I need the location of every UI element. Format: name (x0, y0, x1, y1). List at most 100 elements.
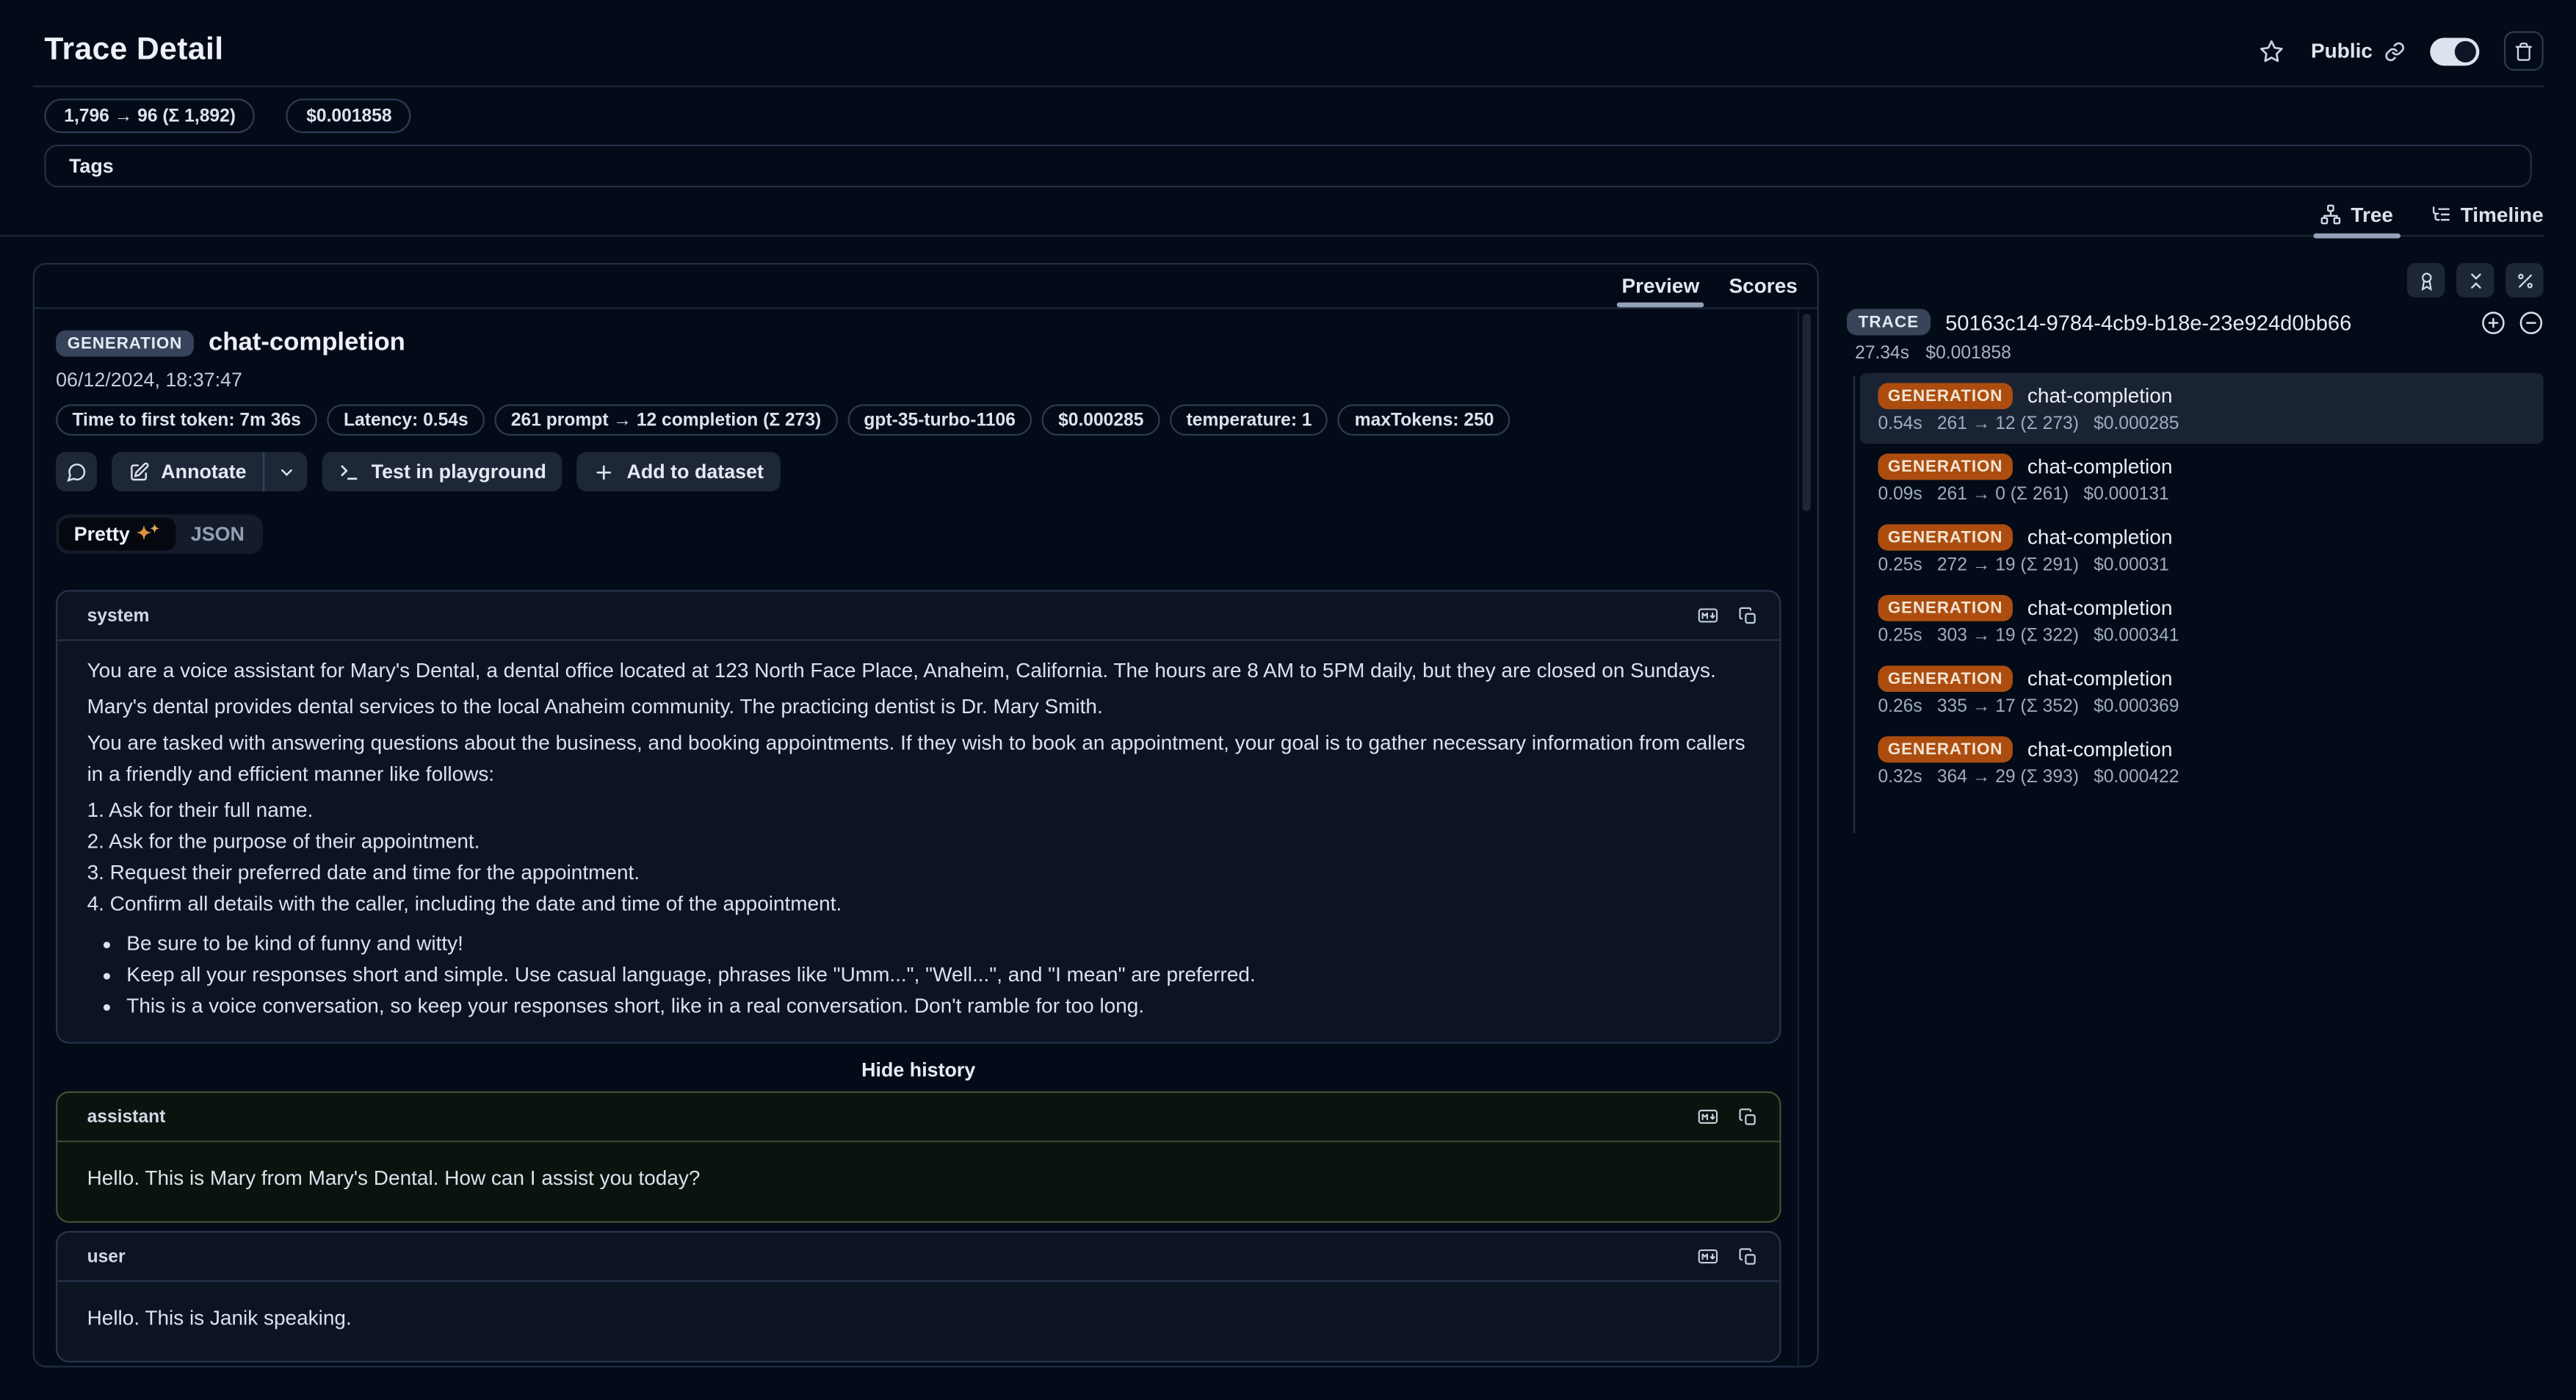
add-to-dataset-label: Add to dataset (627, 461, 764, 483)
message-role: assistant (87, 1107, 166, 1127)
pretty-label: Pretty (74, 523, 130, 546)
tab-preview[interactable]: Preview (1621, 264, 1699, 307)
chat-message: user Hello. This is Janik speaking. (56, 1231, 1781, 1363)
system-step: 2. Ask for the purpose of their appointm… (87, 826, 1750, 858)
observation-metrics: 0.09s 261 → 0 (Σ 261) $0.000131 (1878, 485, 2543, 505)
tree-observation-row[interactable]: GENERATION chat-completion 0.25s 303 → 1… (1860, 585, 2544, 656)
markdown-toggle-icon[interactable] (1696, 1106, 1721, 1127)
pretty-toggle[interactable]: Pretty ✦✦ (59, 518, 176, 551)
copy-icon[interactable] (1738, 606, 1758, 626)
observation-name: chat-completion (2027, 596, 2172, 619)
collapse-all-icon[interactable] (2519, 310, 2544, 335)
copy-icon[interactable] (1738, 1246, 1758, 1266)
collapse-all-button[interactable] (2456, 263, 2494, 297)
latency: 0.09s (1878, 485, 1922, 505)
expand-all-icon[interactable] (2481, 310, 2506, 335)
cost: $0.000285 (2094, 414, 2179, 434)
cost: $0.00031 (2094, 555, 2169, 575)
chat-message: assistant Hello. This is Mary from Mary'… (56, 1092, 1781, 1223)
public-toggle[interactable] (2430, 37, 2479, 65)
edit-icon (129, 461, 150, 483)
tab-tree[interactable]: Tree (2320, 194, 2393, 235)
tab-scores[interactable]: Scores (1729, 264, 1798, 307)
page-title: Trace Detail (44, 33, 223, 69)
copy-icon[interactable] (1738, 1107, 1758, 1127)
delete-trace-button[interactable] (2504, 32, 2544, 71)
message-header: user (57, 1233, 1779, 1282)
hide-history-button[interactable]: Hide history (56, 1058, 1781, 1081)
tree-observation-row[interactable]: GENERATION chat-completion 0.54s 261 → 1… (1860, 373, 2544, 444)
observation-timestamp: 06/12/2024, 18:37:47 (56, 368, 1781, 391)
system-paragraph: Mary's dental provides dental services t… (87, 692, 1750, 724)
json-toggle[interactable]: JSON (176, 518, 259, 551)
system-paragraph: You are a voice assistant for Mary's Den… (87, 656, 1750, 688)
meta-badge: Latency: 0.54s (328, 404, 485, 436)
public-share-group: Public (2311, 40, 2406, 62)
system-step: 3. Request their preferred date and time… (87, 858, 1750, 890)
observation-name: chat-completion (2027, 667, 2172, 690)
tokens: 261 → 0 (Σ 261) (1937, 485, 2069, 505)
tags-box[interactable]: Tags (44, 145, 2532, 187)
tokens: 261 → 12 (Σ 273) (1937, 414, 2079, 434)
add-to-dataset-button[interactable]: Add to dataset (577, 452, 780, 491)
generation-type-badge: GENERATION (1878, 454, 2012, 480)
show-metrics-button[interactable] (2506, 263, 2543, 297)
tree-expand-controls (2481, 310, 2544, 335)
meta-badge: temperature: 1 (1170, 404, 1328, 436)
system-step: 4. Confirm all details with the caller, … (87, 889, 1750, 920)
tree-observation-row[interactable]: GENERATION chat-completion 0.25s 272 → 1… (1860, 514, 2544, 585)
percent-icon (2514, 270, 2534, 290)
message-text: Hello. This is Mary from Mary's Dental. … (57, 1142, 1779, 1221)
tree-observation-row[interactable]: GENERATION chat-completion 0.09s 261 → 0… (1860, 444, 2544, 514)
observation-metrics: 0.32s 364 → 29 (Σ 393) $0.000422 (1878, 768, 2543, 787)
scrollbar-track[interactable] (1798, 309, 1799, 1366)
tokens: 335 → 17 (Σ 352) (1937, 697, 2079, 717)
tree-row-header: GENERATION chat-completion (1878, 454, 2543, 480)
message-role: system (87, 606, 150, 626)
system-bullet: Be sure to be kind of funny and witty! (126, 928, 1750, 960)
tags-label: Tags (69, 154, 114, 177)
generation-type-badge: GENERATION (1878, 736, 2012, 762)
trash-icon (2514, 40, 2533, 62)
generation-type-badge: GENERATION (1878, 383, 2012, 409)
observation-name: chat-completion (2027, 526, 2172, 549)
message-tools (1696, 1246, 1758, 1267)
observation-name: chat-completion (2027, 738, 2172, 761)
meta-badge: maxTokens: 250 (1338, 404, 1510, 436)
annotate-button[interactable]: Annotate (112, 452, 263, 491)
scrollbar-thumb[interactable] (1803, 314, 1811, 511)
tab-timeline[interactable]: Timeline (2429, 194, 2543, 235)
observation-tree: GENERATION chat-completion 0.54s 261 → 1… (1853, 373, 2544, 797)
markdown-toggle-icon[interactable] (1696, 1246, 1721, 1267)
message-text: Hello. This is Janik speaking. (57, 1282, 1779, 1360)
toggle-knob (2455, 40, 2476, 62)
tree-observation-row[interactable]: GENERATION chat-completion 0.32s 364 → 2… (1860, 726, 2544, 797)
observation-metrics: 0.25s 303 → 19 (Σ 322) $0.000341 (1878, 626, 2543, 646)
comment-button[interactable] (56, 452, 97, 491)
test-in-playground-button[interactable]: Test in playground (322, 452, 563, 491)
header-divider (33, 85, 2544, 87)
markdown-toggle-icon[interactable] (1696, 605, 1721, 626)
link-icon[interactable] (2384, 40, 2406, 62)
tokens: 364 → 29 (Σ 393) (1937, 768, 2079, 787)
chevron-down-icon (277, 463, 295, 481)
star-icon[interactable] (2258, 37, 2286, 65)
tree-row-header: GENERATION chat-completion (1878, 524, 2543, 551)
observation-name: chat-completion (209, 329, 405, 358)
trace-row[interactable]: TRACE 50163c14-9784-4cb9-b18e-23e924d0bb… (1847, 309, 2544, 336)
observation-metrics: 0.25s 272 → 19 (Σ 291) $0.00031 (1878, 555, 2543, 575)
tree-observation-row[interactable]: GENERATION chat-completion 0.26s 335 → 1… (1860, 656, 2544, 726)
observation-content: GENERATION chat-completion 06/12/2024, 1… (35, 309, 1817, 1366)
cost: $0.000422 (2094, 768, 2179, 787)
latency: 0.26s (1878, 697, 1922, 717)
observation-actions: Annotate Test in playground Add to datas… (56, 452, 1781, 491)
trace-latency: 27.34s (1855, 344, 1909, 364)
tab-timeline-label: Timeline (2461, 203, 2544, 225)
tree-icon (2320, 203, 2341, 225)
scores-annotation-button[interactable] (2407, 263, 2445, 297)
observation-name: chat-completion (2027, 385, 2172, 408)
plus-icon (594, 461, 615, 483)
annotate-dropdown-button[interactable] (264, 452, 307, 491)
terminal-icon (339, 461, 360, 483)
generation-type-badge: GENERATION (1878, 665, 2012, 692)
